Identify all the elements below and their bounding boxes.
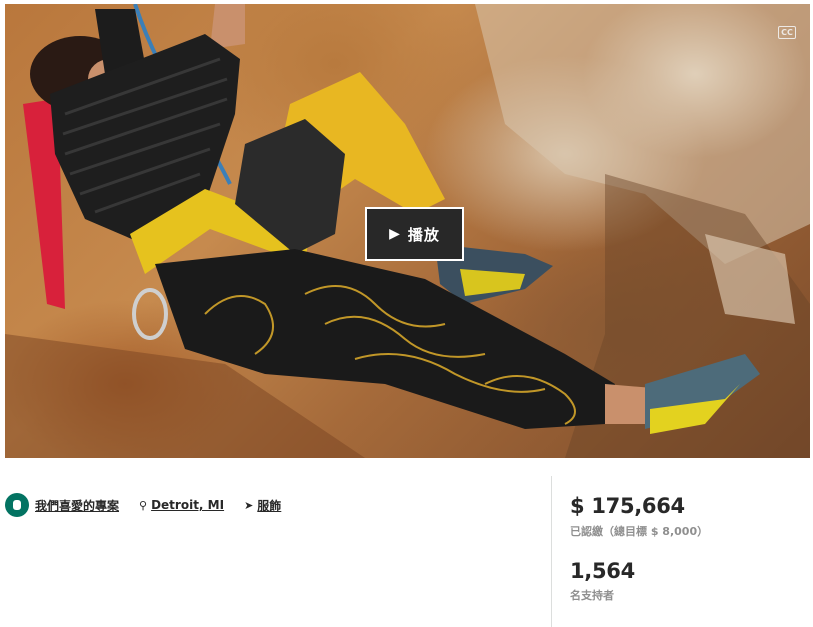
- projects-we-love-icon: [5, 493, 29, 517]
- tag-icon: ➤: [244, 498, 254, 512]
- closed-captions-icon[interactable]: CC: [778, 26, 796, 39]
- pledged-amount: $ 175,664: [570, 494, 685, 518]
- project-video[interactable]: CC ▶ 播放: [5, 4, 810, 458]
- divider: [551, 476, 552, 627]
- backers-label: 名支持者: [570, 589, 614, 602]
- play-button[interactable]: ▶ 播放: [365, 207, 464, 261]
- backers-count: 1,564: [570, 559, 635, 583]
- location-pin-icon: ⚲: [139, 498, 148, 512]
- funding-stats: $ 175,664 已認繳（總目標 $ 8,000） 1,564 名支持者: [570, 494, 708, 603]
- projects-we-love-link[interactable]: 我們喜愛的專案: [35, 497, 119, 514]
- play-icon: ▶: [389, 226, 400, 242]
- pledged-goal: 已認繳（總目標 $ 8,000）: [570, 525, 709, 538]
- location-link[interactable]: Detroit, MI: [151, 498, 224, 512]
- play-button-label: 播放: [407, 225, 440, 244]
- project-meta: 我們喜愛的專案 ⚲ Detroit, MI ➤ 服飾: [5, 493, 281, 517]
- category-link[interactable]: 服飾: [257, 497, 281, 514]
